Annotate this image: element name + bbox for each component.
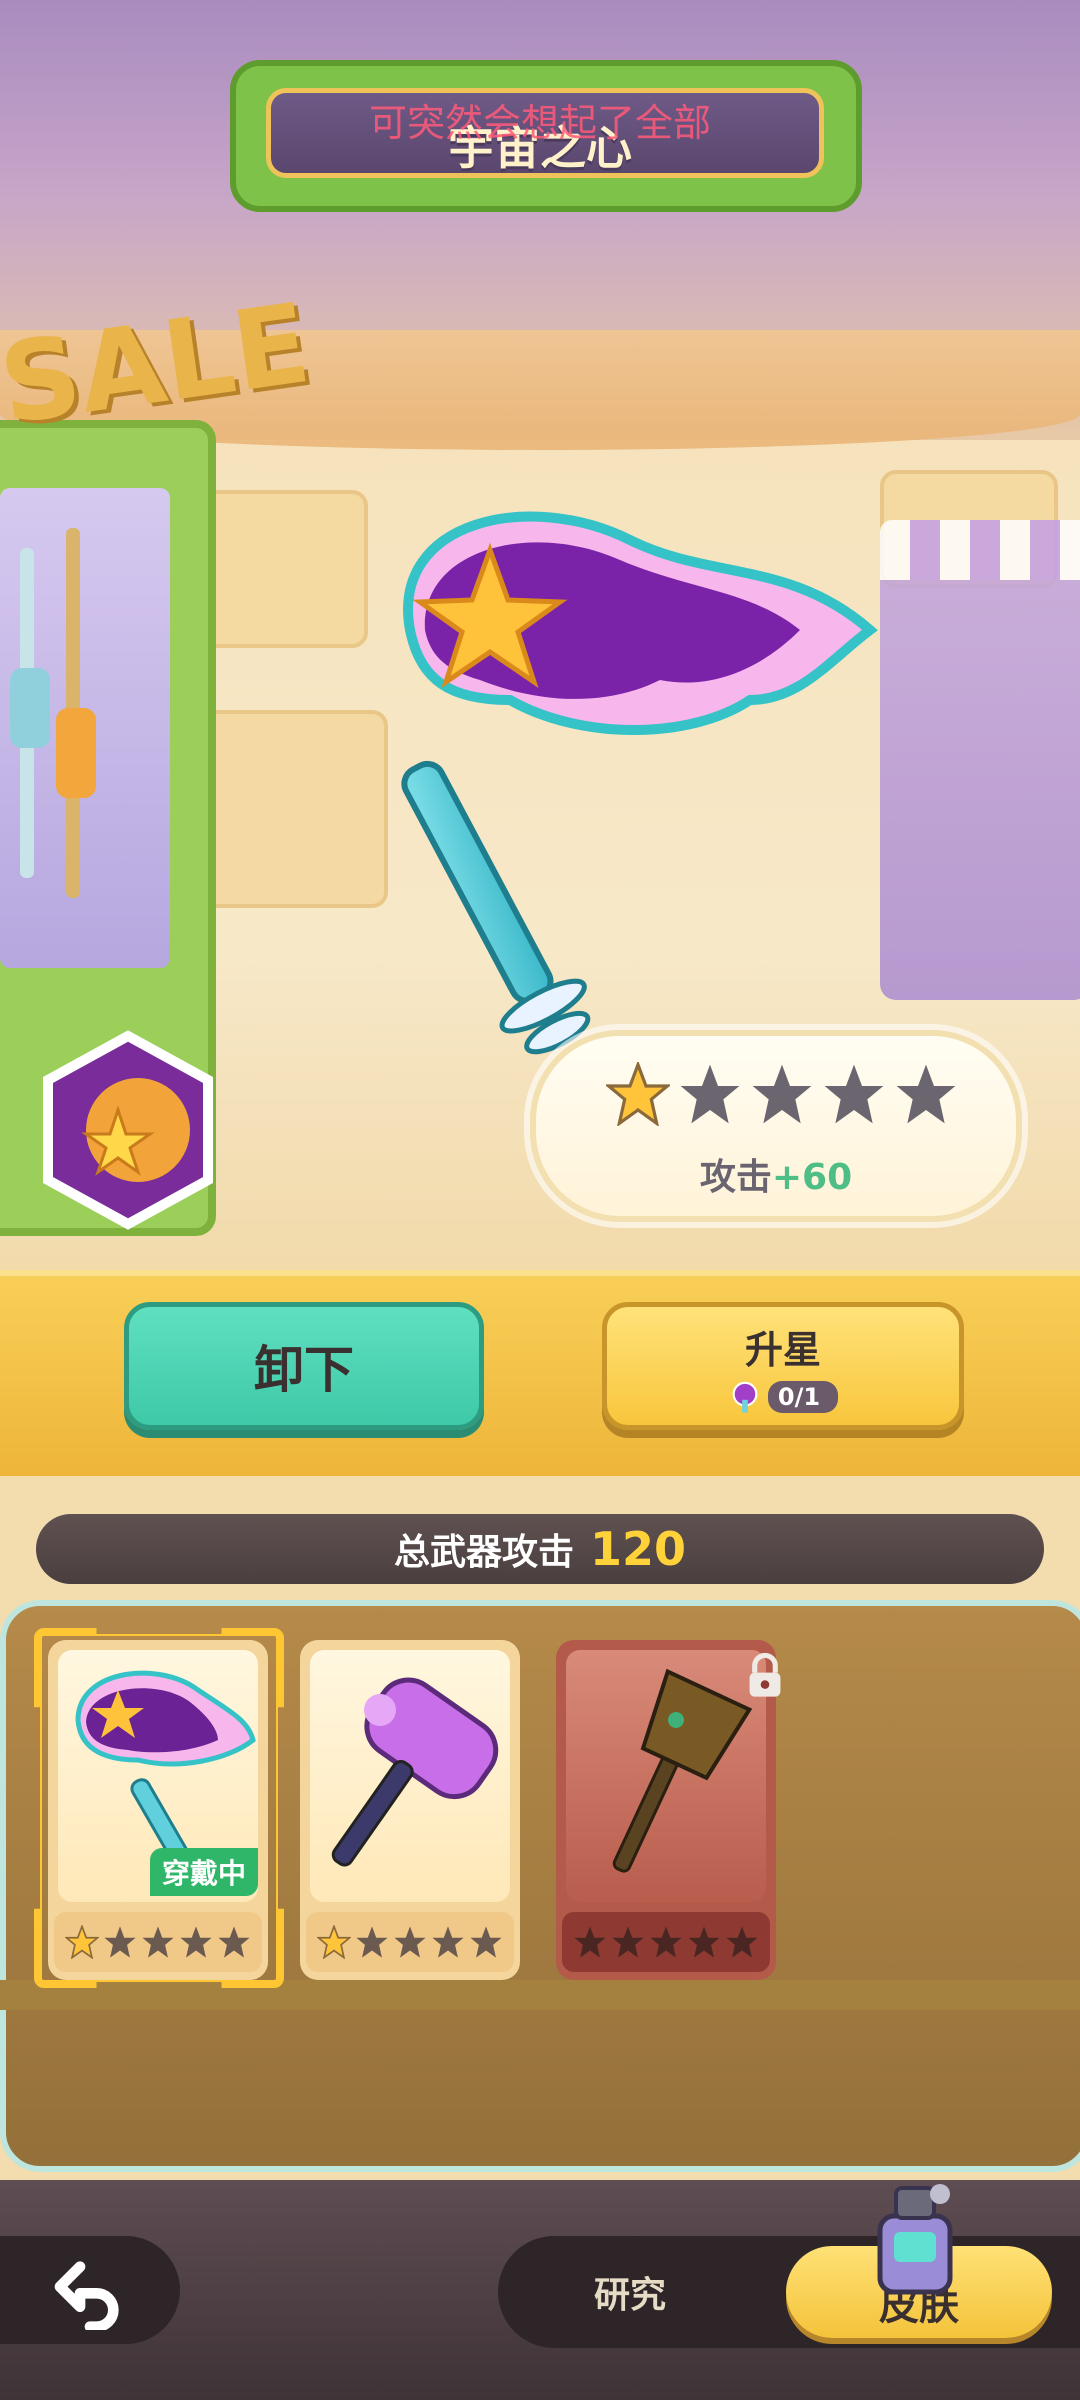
skill-badge-icon[interactable] [38, 1030, 218, 1230]
inventory-shelf [0, 1980, 1080, 2010]
weapon-fragment-icon [732, 1381, 758, 1413]
upgrade-button-label: 升星 [744, 1327, 821, 1372]
selected-card-frame [34, 1628, 284, 1988]
vending-glass [0, 488, 170, 968]
star-rating [606, 1062, 958, 1126]
purple-hammer-weapon-icon [331, 1677, 499, 1867]
upgrade-cost: 0/1 [728, 1380, 839, 1414]
star-empty-icon [394, 1926, 426, 1958]
attack-label: 攻击 [699, 1157, 772, 1198]
star-filled-icon [317, 1925, 351, 1959]
star-empty-icon [432, 1926, 464, 1958]
unequip-button-label: 卸下 [254, 1341, 354, 1399]
weapon-cosmic-heart-icon [401, 511, 878, 1055]
star-empty-icon [752, 1064, 812, 1124]
upgrade-star-button[interactable]: 升星 0/1 [602, 1302, 964, 1430]
back-arrow-icon [54, 2261, 119, 2330]
water-gun-icons [10, 528, 96, 898]
star-filled-icon [606, 1062, 670, 1126]
tab-research[interactable]: 研究 [560, 2260, 700, 2324]
card-art [566, 1650, 766, 1902]
star-empty-icon [726, 1926, 758, 1958]
star-empty-icon [574, 1926, 606, 1958]
weapon-card-brown-axe-locked[interactable] [556, 1640, 776, 1980]
card-star-rating [306, 1912, 514, 1972]
star-empty-icon [612, 1926, 644, 1958]
back-button[interactable] [0, 2236, 180, 2344]
brown-axe-weapon-icon [612, 1668, 753, 1873]
star-empty-icon [470, 1926, 502, 1958]
star-empty-icon [688, 1926, 720, 1958]
star-empty-icon [650, 1926, 682, 1958]
star-level-panel: 攻击+60 [530, 1030, 1022, 1222]
equipped-badge: 穿戴中 [150, 1848, 259, 1896]
star-empty-icon [680, 1064, 740, 1124]
attack-bonus-value: +60 [771, 1157, 853, 1198]
upgrade-cost-value: 0/1 [767, 1380, 839, 1413]
star-empty-icon [356, 1926, 388, 1958]
attack-bonus-line: 攻击+60 [536, 1148, 1016, 1200]
card-star-rating [562, 1912, 770, 1972]
lock-icon [749, 1652, 781, 1697]
unequip-button[interactable]: 卸下 [124, 1302, 484, 1430]
card-art [310, 1650, 510, 1902]
total-attack-label: 总武器攻击 [393, 1532, 574, 1573]
skin-spray-can-icon [877, 2184, 953, 2295]
star-empty-icon [896, 1064, 956, 1124]
star-empty-icon [824, 1064, 884, 1124]
total-attack-bar: 总武器攻击 120 [36, 1514, 1044, 1584]
total-attack-value: 120 [589, 1522, 687, 1576]
weapon-card-purple-hammer[interactable] [300, 1640, 520, 1980]
subtitle-overlay-text: 可突然会想起了全部 [368, 101, 711, 145]
